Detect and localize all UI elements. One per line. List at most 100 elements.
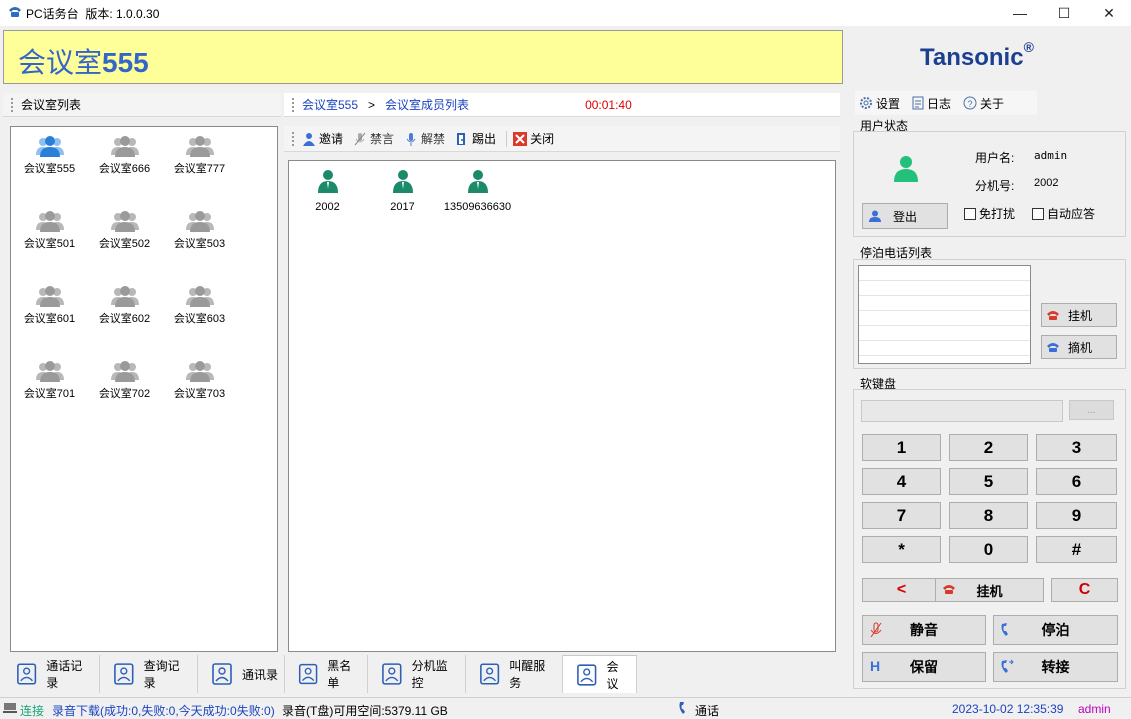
room-item[interactable]: 会议室603 <box>162 277 237 352</box>
search-log-icon <box>114 663 134 685</box>
recording-status: 录音下载(成功:0,失败:0,今天成功:0失败:0) <box>52 704 275 718</box>
member-item[interactable]: 13509636630 <box>440 169 515 213</box>
tab-7[interactable]: 会议 <box>563 655 637 693</box>
keypad-key[interactable]: 2 <box>949 434 1028 461</box>
status-bar: 连接 录音下载(成功:0,失败:0,今天成功:0失败:0) 录音(T盘)可用空间… <box>0 697 1131 719</box>
log-menu[interactable]: 日志 <box>912 95 951 112</box>
room-label: 会议室777 <box>173 163 226 175</box>
room-item[interactable]: 会议室703 <box>162 352 237 427</box>
settings-menu[interactable]: 设置 <box>859 95 900 112</box>
more-button[interactable]: ... <box>1069 400 1114 420</box>
about-menu[interactable]: ? 关于 <box>963 95 1004 112</box>
keypad-key[interactable]: 8 <box>949 502 1028 529</box>
member-number: 13509636630 <box>443 201 512 213</box>
close-conference-button[interactable]: 关闭 <box>513 130 554 147</box>
phone-app-icon <box>9 7 21 17</box>
current-user-status: admin <box>1078 702 1111 716</box>
room-item[interactable]: 会议室601 <box>12 277 87 352</box>
current-room-title: 会议室555 <box>18 47 149 79</box>
park-button[interactable]: 停泊 <box>993 615 1118 645</box>
room-item[interactable]: 会议室503 <box>162 202 237 277</box>
phone-pickup-icon <box>1047 343 1059 352</box>
room-item[interactable]: 会议室555 <box>12 127 87 202</box>
call-log-icon <box>17 663 37 685</box>
member-item[interactable]: 2017 <box>365 169 440 213</box>
tab-1[interactable]: 通话记录 <box>3 655 100 693</box>
keypad-key[interactable]: 5 <box>949 468 1028 495</box>
room-item[interactable]: 会议室666 <box>87 127 162 202</box>
transfer-button[interactable]: 转接 <box>993 652 1118 682</box>
tab-label: 查询记录 <box>143 659 180 690</box>
room-item[interactable]: 会议室701 <box>12 352 87 427</box>
room-item[interactable]: 会议室501 <box>12 202 87 277</box>
logout-button[interactable]: 登出 <box>862 203 948 229</box>
conference-room-icon <box>110 361 139 382</box>
tab-2[interactable]: 查询记录 <box>100 655 198 693</box>
user-icon <box>869 210 881 222</box>
app-title: PC话务台 版本: 1.0.0.30 <box>26 7 160 21</box>
gear-icon <box>860 97 872 109</box>
document-icon <box>912 96 924 110</box>
dnd-checkbox[interactable]: 免打扰 <box>964 205 1015 222</box>
keypad-key[interactable]: * <box>862 536 941 563</box>
tab-6[interactable]: 叫醒服务 <box>466 655 563 693</box>
contacts-icon <box>212 663 232 685</box>
phone-park-icon <box>1001 623 1008 636</box>
conference-room-icon <box>185 136 214 157</box>
member-user-icon <box>392 170 413 193</box>
maximize-button[interactable]: ☐ <box>1041 0 1087 26</box>
checkbox-box <box>964 207 976 220</box>
svg-text:?: ? <box>968 99 973 109</box>
phone-hangup-icon <box>1047 311 1059 320</box>
room-label: 会议室703 <box>173 388 226 400</box>
auto-answer-checkbox[interactable]: 自动应答 <box>1032 205 1095 222</box>
dial-input[interactable] <box>861 400 1063 422</box>
phone-call-icon <box>679 702 685 714</box>
hangup-button[interactable]: 挂机 <box>935 578 1044 602</box>
tab-3[interactable]: 通讯录 <box>198 655 285 693</box>
mic-icon <box>406 132 416 146</box>
parked-pickup-button[interactable]: 摘机 <box>1041 335 1117 359</box>
keypad-key[interactable]: 0 <box>949 536 1028 563</box>
conference-room-icon <box>185 361 214 382</box>
minimize-button[interactable]: — <box>997 0 1043 26</box>
user-status-group: 用户名: admin 分机号: 2002 登出 免打扰 自动应答 <box>853 131 1126 237</box>
phone-hangup-icon <box>943 585 955 594</box>
keypad-key[interactable]: 6 <box>1036 468 1117 495</box>
call-status: 通话 <box>695 704 720 718</box>
parked-hangup-button[interactable]: 挂机 <box>1041 303 1117 327</box>
keypad-key[interactable]: 1 <box>862 434 941 461</box>
extension-label: 分机号: <box>975 179 1015 193</box>
parked-calls-list[interactable] <box>858 265 1031 364</box>
hold-button[interactable]: H 保留 <box>862 652 986 682</box>
server-icon <box>3 703 17 713</box>
rooms-panel-header: 会议室列表 <box>3 93 281 117</box>
close-window-button[interactable]: ✕ <box>1086 0 1131 26</box>
connection-status: 连接 <box>20 704 45 718</box>
keypad-key[interactable]: 7 <box>862 502 941 529</box>
keypad-key[interactable]: 9 <box>1036 502 1117 529</box>
room-banner: 会议室555 <box>3 30 843 84</box>
invite-button[interactable]: 邀请 <box>302 130 343 147</box>
mute-button[interactable]: 静音 <box>862 615 986 645</box>
tab-label: 通讯录 <box>242 667 279 682</box>
room-item[interactable]: 会议室777 <box>162 127 237 202</box>
room-item[interactable]: 会议室602 <box>87 277 162 352</box>
backspace-button[interactable]: < <box>862 578 941 602</box>
member-item[interactable]: 2002 <box>290 169 365 213</box>
tab-5[interactable]: 分机监控 <box>368 655 466 693</box>
close-red-icon <box>513 131 528 146</box>
keypad-key[interactable]: 4 <box>862 468 941 495</box>
keypad-key[interactable]: # <box>1036 536 1117 563</box>
room-item[interactable]: 会议室502 <box>87 202 162 277</box>
phone-transfer-icon <box>1001 659 1014 673</box>
keypad-key[interactable]: 3 <box>1036 434 1117 461</box>
members-list: 2002 2017 13509636630 <box>288 160 836 652</box>
kick-member-button[interactable]: 踢出 <box>455 130 496 147</box>
tab-4[interactable]: 黑名单 <box>285 655 368 693</box>
breadcrumb-room-link[interactable]: 会议室555 <box>302 96 358 113</box>
room-item[interactable]: 会议室702 <box>87 352 162 427</box>
unmute-member-button[interactable]: 解禁 <box>404 130 445 147</box>
mute-member-button[interactable]: 禁言 <box>353 130 394 147</box>
clear-button[interactable]: C <box>1051 578 1118 602</box>
